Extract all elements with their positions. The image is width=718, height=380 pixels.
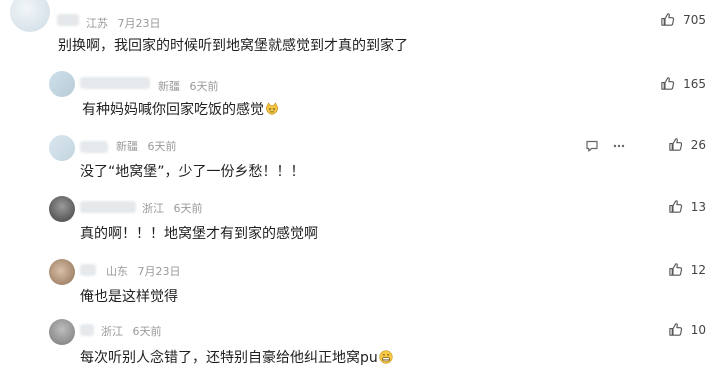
comment-date: 6天前 (173, 202, 203, 215)
comment-actions (585, 139, 639, 153)
reply-item: 浙江 6天前 每次听别人念错了，还特别自豪给他纠正地窝pu 10 (0, 316, 718, 380)
avatar[interactable] (49, 196, 75, 222)
comment-date: 7月23日 (137, 265, 181, 278)
username-blurred[interactable] (80, 264, 96, 276)
avatar[interactable] (49, 71, 75, 97)
comment-location: 浙江 (101, 325, 123, 338)
thumbs-up-icon (668, 137, 683, 152)
comment-text: 俺也是这样觉得 (80, 289, 178, 305)
comment-text: 别换啊，我回家的时候听到地窝堡就感觉到才真的到家了 (58, 38, 408, 54)
username-blurred[interactable] (80, 201, 136, 213)
avatar[interactable] (10, 0, 50, 32)
like-count: 12 (690, 262, 706, 277)
username-blurred[interactable] (80, 77, 150, 89)
thumbs-up-icon (660, 76, 675, 91)
comment-item: 江苏 7月23日 别换啊，我回家的时候听到地窝堡就感觉到才真的到家了 705 (0, 0, 718, 60)
comment-meta: 浙江 6天前 (101, 323, 162, 339)
reply-item: 新疆 6天前 有种妈妈喊你回家吃饭的感觉 165 (0, 64, 718, 124)
like-count: 10 (690, 322, 706, 337)
comment-location: 新疆 (116, 140, 138, 153)
comment-location: 山东 (106, 265, 128, 278)
thumbs-up-icon (668, 322, 683, 337)
thumbs-up-icon (668, 262, 683, 277)
comment-date: 7月23日 (117, 17, 161, 30)
like-count: 165 (683, 76, 706, 91)
comment-meta: 浙江 6天前 (142, 200, 203, 216)
username-blurred[interactable] (80, 324, 94, 336)
comment-text: 没了“地窝堡”，少了一份乡愁！！！ (80, 164, 305, 180)
thumbs-up-icon (668, 199, 683, 214)
comment-meta: 山东 7月23日 (106, 263, 181, 279)
reply-icon[interactable] (585, 139, 599, 153)
comment-text: 真的啊！！！地窝堡才有到家的感觉啊 (80, 226, 318, 242)
comment-text-content: 有种妈妈喊你回家吃饭的感觉 (82, 102, 264, 118)
comment-meta: 新疆 6天前 (158, 78, 219, 94)
username-blurred[interactable] (80, 141, 108, 153)
like-button[interactable]: 10 (668, 322, 706, 337)
avatar[interactable] (49, 259, 75, 285)
like-button[interactable]: 705 (660, 12, 706, 27)
comment-location: 新疆 (158, 80, 180, 93)
comment-text-content: 每次听别人念错了，还特别自豪给他纠正地窝pu (80, 350, 378, 366)
comment-location: 浙江 (142, 202, 164, 215)
comment-meta: 江苏 7月23日 (86, 15, 161, 31)
more-icon[interactable] (612, 139, 626, 153)
reply-item: 浙江 6天前 真的啊！！！地窝堡才有到家的感觉啊 13 (0, 192, 718, 252)
like-button[interactable]: 165 (660, 76, 706, 91)
comment-date: 6天前 (132, 325, 162, 338)
like-button[interactable]: 13 (668, 199, 706, 214)
cat-face-emoji (266, 102, 278, 115)
avatar[interactable] (49, 135, 75, 161)
avatar[interactable] (49, 319, 75, 345)
comment-location: 江苏 (86, 17, 108, 30)
grin-emoji (379, 350, 393, 364)
comment-meta: 新疆 6天前 (116, 138, 177, 154)
like-button[interactable]: 26 (668, 137, 706, 152)
reply-item: 山东 7月23日 俺也是这样觉得 12 (0, 256, 718, 316)
like-count: 26 (690, 137, 706, 152)
username-blurred[interactable] (57, 14, 79, 26)
comment-date: 6天前 (189, 80, 219, 93)
comment-text: 每次听别人念错了，还特别自豪给他纠正地窝pu (80, 347, 393, 367)
like-count: 705 (683, 12, 706, 27)
thumbs-up-icon (660, 12, 675, 27)
like-count: 13 (690, 199, 706, 214)
like-button[interactable]: 12 (668, 262, 706, 277)
reply-item: 新疆 6天前 没了“地窝堡”，少了一份乡愁！！！ 26 (0, 128, 718, 188)
comment-text: 有种妈妈喊你回家吃饭的感觉 (82, 99, 279, 119)
comment-date: 6天前 (147, 140, 177, 153)
